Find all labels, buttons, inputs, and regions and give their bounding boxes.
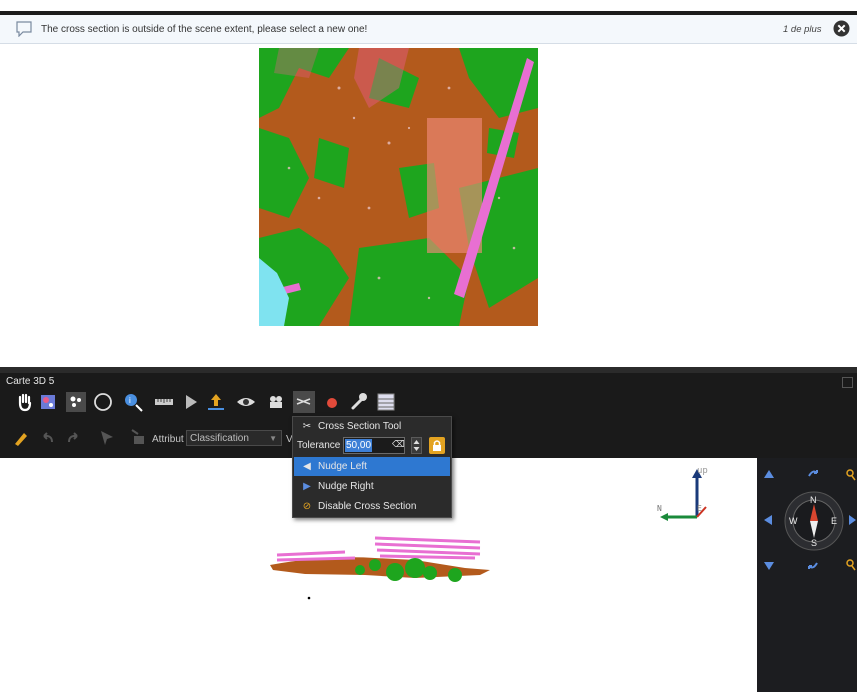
play-icon[interactable] <box>180 391 202 413</box>
pan-right-icon[interactable] <box>848 513 857 527</box>
disable-cross-section-item[interactable]: ⊘ Disable Cross Section <box>294 497 450 516</box>
undo-icon[interactable] <box>40 430 56 446</box>
tolerance-label: Tolerance <box>297 440 341 451</box>
nudge-left-item[interactable]: ◀ Nudge Left <box>294 457 450 476</box>
zoom-out-icon[interactable] <box>844 558 856 572</box>
disable-cross-section-label: Disable Cross Section <box>318 501 417 512</box>
navigate-circle-icon[interactable] <box>92 391 114 413</box>
lock-icon <box>433 440 441 451</box>
disable-circle-icon: ⊘ <box>302 501 312 512</box>
tolerance-spinner[interactable] <box>411 437 422 454</box>
pan-hand-icon[interactable] <box>14 391 36 413</box>
cross-section-icon[interactable] <box>293 391 315 413</box>
triangle-right-icon: ▶ <box>303 481 311 492</box>
notification-bar: The cross section is outside of the scen… <box>0 15 857 44</box>
tolerance-input[interactable]: 50,00 ⌫ <box>343 437 405 454</box>
nudge-left-label: Nudge Left <box>318 461 367 472</box>
identify-icon[interactable]: i <box>122 391 144 413</box>
redo-icon[interactable] <box>65 430 81 446</box>
cross-section-menu: ✂ Cross Section Tool Tolerance 50,00 ⌫ ◀… <box>292 416 452 518</box>
pane-title: Carte 3D 5 <box>6 376 55 387</box>
chevron-down-icon: ▼ <box>269 434 277 443</box>
attribute-label: Attribut <box>152 434 184 445</box>
speech-bubble-icon <box>16 21 32 37</box>
cross-section-profile <box>270 536 490 600</box>
measure-icon[interactable] <box>153 391 175 413</box>
axis-east-label: E <box>697 504 702 513</box>
compass-south-label: S <box>811 538 818 548</box>
axes-gizmo <box>660 469 707 521</box>
camera-icon[interactable] <box>265 391 287 413</box>
cross-section-tool-item[interactable]: ✂ Cross Section Tool <box>294 417 450 436</box>
compass-west-label: W <box>789 516 798 526</box>
tilt-up-icon[interactable] <box>762 468 776 480</box>
nudge-right-item[interactable]: ▶ Nudge Right <box>294 477 450 496</box>
notification-message: The cross section is outside of the scen… <box>41 24 368 35</box>
point-display-icon[interactable] <box>65 391 87 413</box>
zoom-in-icon[interactable] <box>844 468 856 482</box>
spinner-arrows-icon <box>413 440 420 451</box>
export-icon[interactable] <box>205 391 227 413</box>
tolerance-value: 50,00 <box>345 439 373 452</box>
wrench-icon[interactable] <box>348 391 370 413</box>
cross-section-tool-label: Cross Section Tool <box>318 421 402 432</box>
pane-options-button[interactable] <box>842 377 853 388</box>
cross-section-icon: ✂ <box>302 421 312 432</box>
triangle-left-icon: ◀ <box>303 461 311 472</box>
eye-icon[interactable] <box>235 391 257 413</box>
attribute-layer-icon <box>131 429 144 444</box>
attribute-select[interactable]: Classification ▼ <box>186 430 282 446</box>
close-circle-icon[interactable] <box>833 20 850 37</box>
record-icon[interactable] <box>322 391 344 413</box>
selection-icon[interactable] <box>98 428 116 446</box>
svg-text:i: i <box>129 396 131 405</box>
tilt-down-icon[interactable] <box>762 560 776 572</box>
edit-pencil-icon[interactable] <box>12 429 30 447</box>
compass-north-label: N <box>810 495 817 505</box>
rotate-ccw-icon[interactable] <box>806 560 820 572</box>
rotate-cw-icon[interactable] <box>806 467 820 479</box>
axis-up-label: up <box>697 466 708 476</box>
attribute-table-icon[interactable] <box>375 391 397 413</box>
notification-more-link[interactable]: 1 de plus <box>783 24 822 35</box>
classified-point-cloud-map[interactable] <box>259 48 538 326</box>
compass-east-label: E <box>831 516 838 526</box>
clear-input-icon[interactable]: ⌫ <box>392 439 405 450</box>
lock-button[interactable] <box>429 437 445 454</box>
explore-point-cloud-icon[interactable] <box>37 391 59 413</box>
axis-north-label: N <box>657 504 662 513</box>
attribute-select-value: Classification <box>190 433 249 444</box>
nudge-right-label: Nudge Right <box>318 481 374 492</box>
pan-left-icon[interactable] <box>762 513 774 527</box>
